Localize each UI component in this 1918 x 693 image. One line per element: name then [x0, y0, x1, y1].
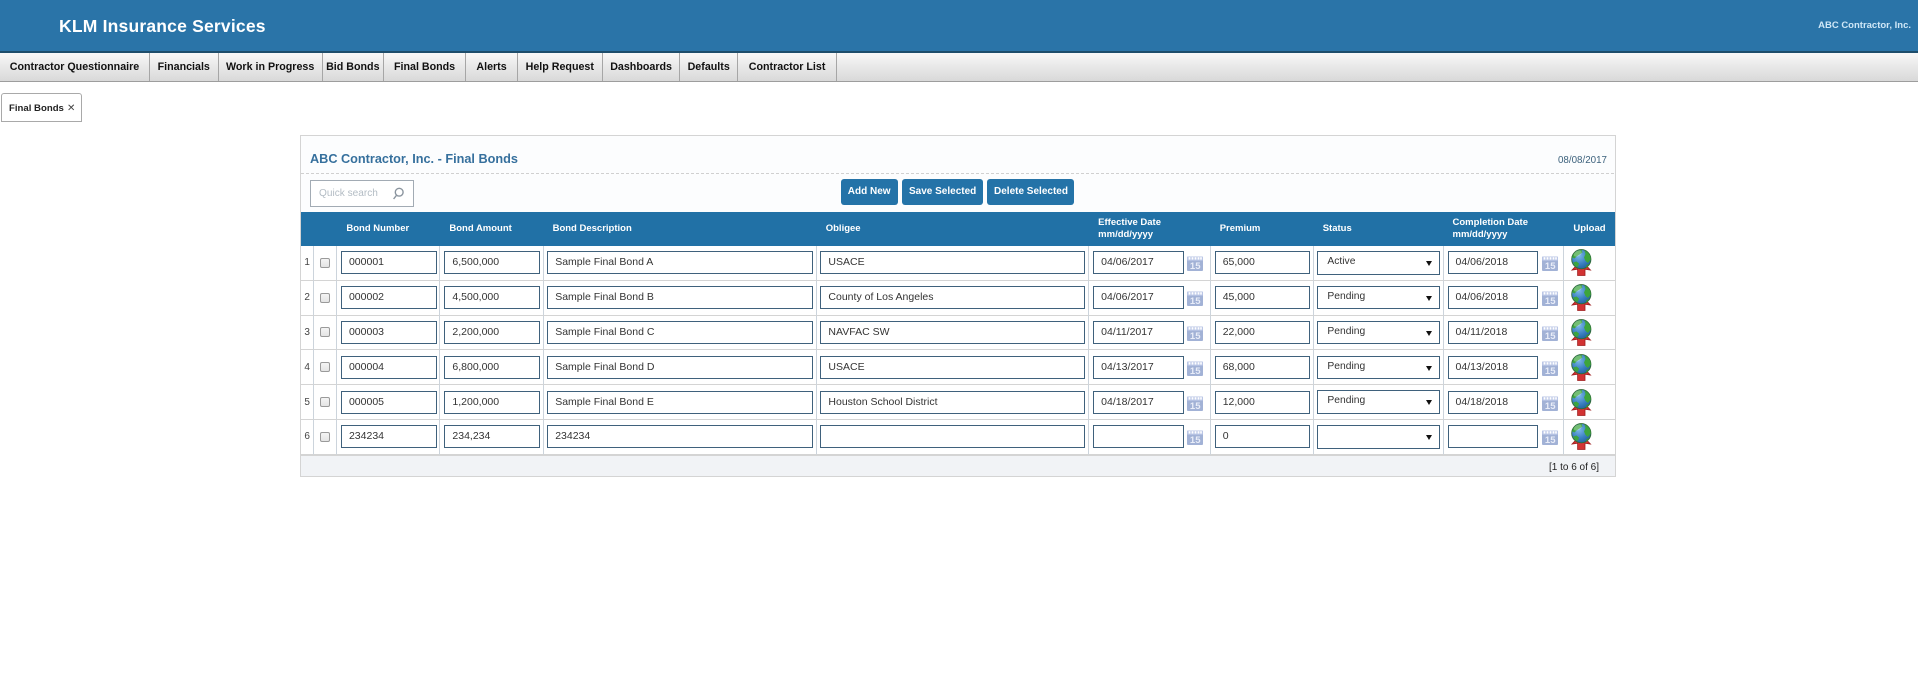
svg-text:15: 15: [1190, 296, 1201, 306]
svg-text:15: 15: [1545, 296, 1556, 306]
svg-text:15: 15: [1545, 435, 1556, 445]
svg-text:15: 15: [1190, 366, 1201, 376]
svg-text:15: 15: [1545, 331, 1556, 341]
svg-text:15: 15: [1545, 400, 1556, 410]
svg-text:15: 15: [1190, 261, 1201, 271]
svg-text:15: 15: [1190, 400, 1201, 410]
svg-text:15: 15: [1545, 261, 1556, 271]
svg-text:15: 15: [1545, 366, 1556, 376]
svg-text:15: 15: [1190, 435, 1201, 445]
svg-text:15: 15: [1190, 331, 1201, 341]
